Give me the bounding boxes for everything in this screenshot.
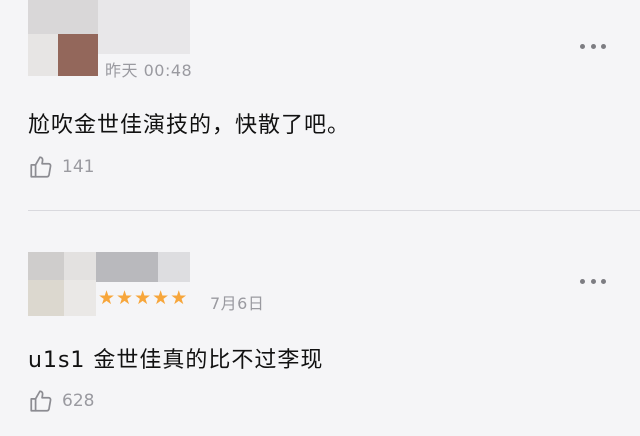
comment-item: ★ ★ ★ ★ ★ 7月6日 u1s1 金世佳真的比不过李现 628 xyxy=(0,211,640,436)
comment-time: 昨天 00:48 xyxy=(105,61,193,80)
more-icon[interactable] xyxy=(580,41,606,51)
username-blurred[interactable] xyxy=(98,0,190,54)
comment-date: 7月6日 xyxy=(210,294,265,313)
like-count: 628 xyxy=(62,391,95,411)
comment-text: 尬吹金世佳演技的，快散了吧。 xyxy=(28,113,351,138)
star-icon: ★ xyxy=(116,287,134,309)
like-count: 141 xyxy=(62,157,95,177)
avatar[interactable] xyxy=(28,0,98,76)
comment-item: 昨天 00:48 尬吹金世佳演技的，快散了吧。 141 xyxy=(0,0,640,210)
more-icon[interactable] xyxy=(580,276,606,286)
rating-stars: ★ ★ ★ ★ ★ xyxy=(98,289,188,308)
star-icon: ★ xyxy=(98,287,116,309)
thumbs-up-icon xyxy=(30,156,52,178)
star-icon: ★ xyxy=(152,287,170,309)
thumbs-up-icon xyxy=(30,390,52,412)
star-icon: ★ xyxy=(170,287,188,309)
star-icon: ★ xyxy=(134,287,152,309)
avatar[interactable] xyxy=(28,252,96,316)
like-button[interactable]: 628 xyxy=(28,388,94,414)
username-blurred[interactable] xyxy=(96,252,190,282)
like-button[interactable]: 141 xyxy=(28,154,94,180)
comment-text: u1s1 金世佳真的比不过李现 xyxy=(28,348,324,373)
